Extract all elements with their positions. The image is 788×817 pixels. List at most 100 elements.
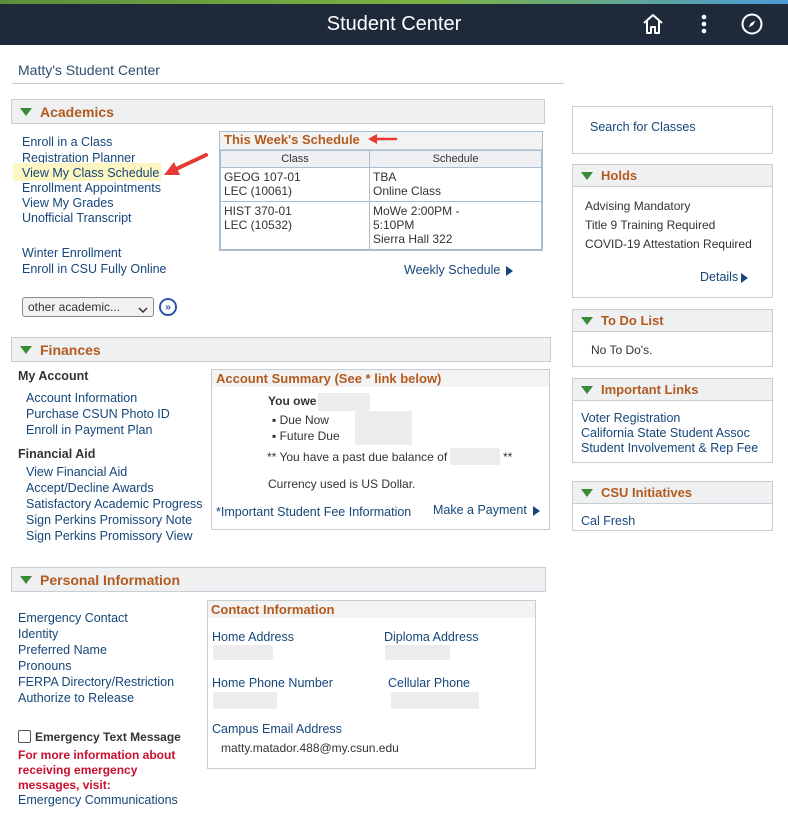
class-cell: HIST 370-01 LEC (10532) xyxy=(220,201,370,250)
collapse-triangle-icon xyxy=(20,345,32,354)
ferpa-link[interactable]: FERPA Directory/Restriction xyxy=(18,675,174,689)
future-due-item: ▪ Future Due xyxy=(272,429,340,443)
enroll-in-class-link[interactable]: Enroll in a Class xyxy=(22,135,112,149)
unofficial-transcript-link[interactable]: Unofficial Transcript xyxy=(22,211,132,225)
finances-title: Finances xyxy=(40,341,101,358)
currency-text: Currency used is US Dollar. xyxy=(268,477,416,491)
account-summary-title: Account Summary (See * link below) xyxy=(216,371,442,386)
home-address-link[interactable]: Home Address xyxy=(212,630,294,644)
todo-empty-text: No To Do's. xyxy=(591,343,653,357)
cal-fresh-link[interactable]: Cal Fresh xyxy=(581,514,635,528)
important-links-title: Important Links xyxy=(601,382,699,397)
todo-header[interactable]: To Do List xyxy=(573,310,772,332)
personal-info-section-header[interactable]: Personal Information xyxy=(11,567,546,592)
holds-title: Holds xyxy=(601,168,638,183)
purchase-photo-id-link[interactable]: Purchase CSUN Photo ID xyxy=(26,407,170,421)
california-state-student-assoc-link[interactable]: California State Student Assoc xyxy=(581,426,750,440)
top-nav-bar: Student Center xyxy=(0,4,788,45)
redacted-due-amounts xyxy=(355,411,412,445)
col-header-schedule: Schedule xyxy=(369,150,542,168)
make-payment-link[interactable]: Make a Payment xyxy=(433,503,540,517)
hold-item: COVID-19 Attestation Required xyxy=(585,237,752,251)
enrollment-appointments-link[interactable]: Enrollment Appointments xyxy=(22,181,161,195)
todo-title: To Do List xyxy=(601,313,664,328)
academics-section-header[interactable]: Academics xyxy=(11,99,545,124)
hold-item: Advising Mandatory xyxy=(585,199,691,213)
personal-info-title: Personal Information xyxy=(40,571,181,588)
redacted-cell-phone xyxy=(391,692,479,709)
holds-details-link[interactable]: Details xyxy=(700,270,749,284)
enroll-payment-plan-link[interactable]: Enroll in Payment Plan xyxy=(26,423,152,437)
enroll-csu-fully-online-link[interactable]: Enroll in CSU Fully Online xyxy=(22,262,167,276)
perkins-note-link[interactable]: Sign Perkins Promissory Note xyxy=(26,513,192,527)
holds-header[interactable]: Holds xyxy=(573,165,772,187)
collapse-triangle-icon xyxy=(581,488,593,497)
csu-initiatives-title: CSU Initiatives xyxy=(601,485,693,500)
campus-email-value: matty.matador.488@my.csun.edu xyxy=(221,741,399,755)
emergency-text-checkbox[interactable] xyxy=(18,730,31,743)
satisfactory-progress-link[interactable]: Satisfactory Academic Progress xyxy=(26,497,202,511)
weekly-schedule-box: This Week's Schedule Class Schedule GEOG… xyxy=(219,131,543,251)
voter-registration-link[interactable]: Voter Registration xyxy=(581,411,680,425)
view-financial-aid-link[interactable]: View Financial Aid xyxy=(26,465,127,479)
emergency-info-line: For more information about xyxy=(18,748,176,762)
hold-item: Title 9 Training Required xyxy=(585,218,716,232)
emergency-communications-link[interactable]: Emergency Communications xyxy=(18,793,178,807)
winter-enrollment-link[interactable]: Winter Enrollment xyxy=(22,246,121,260)
student-involvement-link[interactable]: Student Involvement & Rep Fee xyxy=(581,441,758,455)
view-my-class-schedule-link[interactable]: View My Class Schedule xyxy=(22,166,159,180)
important-links-header[interactable]: Important Links xyxy=(573,379,772,401)
table-row: GEOG 107-01 LEC (10061) TBA Online Class xyxy=(220,167,542,202)
emergency-contact-link[interactable]: Emergency Contact xyxy=(18,611,128,625)
redacted-past-due xyxy=(450,448,500,465)
collapse-triangle-icon xyxy=(581,171,593,180)
authorize-release-link[interactable]: Authorize to Release xyxy=(18,691,134,705)
account-information-link[interactable]: Account Information xyxy=(26,391,137,405)
pronouns-link[interactable]: Pronouns xyxy=(18,659,72,673)
other-academic-select[interactable]: other academic... xyxy=(22,297,154,317)
arrow-right-icon xyxy=(532,505,540,516)
title-divider xyxy=(12,83,564,84)
chevron-down-icon xyxy=(138,303,148,317)
weekly-schedule-link[interactable]: Weekly Schedule xyxy=(404,263,514,277)
search-for-classes-link[interactable]: Search for Classes xyxy=(590,120,696,134)
home-phone-link[interactable]: Home Phone Number xyxy=(212,676,333,690)
emergency-info-line: messages, visit: xyxy=(18,778,111,792)
arrow-right-icon xyxy=(741,272,749,283)
campus-email-link[interactable]: Campus Email Address xyxy=(212,722,342,736)
emergency-info-line: receiving emergency xyxy=(18,763,138,777)
redacted-home-phone xyxy=(213,692,277,709)
past-due-text: ** You have a past due balance of xyxy=(267,450,448,464)
go-button[interactable]: » xyxy=(159,298,177,316)
collapse-triangle-icon xyxy=(20,107,32,116)
my-account-label: My Account xyxy=(18,369,89,383)
view-my-grades-link[interactable]: View My Grades xyxy=(22,196,113,210)
redacted-home-address xyxy=(213,645,273,660)
collapse-triangle-icon xyxy=(581,316,593,325)
redacted-diploma-address xyxy=(385,645,450,660)
other-academic-select-value: other academic... xyxy=(28,300,121,314)
more-vert-icon[interactable] xyxy=(691,11,717,37)
csu-initiatives-header[interactable]: CSU Initiatives xyxy=(573,482,772,504)
financial-aid-label: Financial Aid xyxy=(18,447,96,461)
table-row: HIST 370-01 LEC (10532) MoWe 2:00PM -5:10… xyxy=(220,201,542,250)
col-header-class: Class xyxy=(220,150,370,168)
you-owe-label: You owe xyxy=(268,394,317,408)
perkins-view-link[interactable]: Sign Perkins Promissory View xyxy=(26,529,193,543)
finances-section-header[interactable]: Finances xyxy=(11,337,551,362)
class-cell: GEOG 107-01 LEC (10061) xyxy=(220,167,370,202)
schedule-annotation-arrow-icon xyxy=(368,134,398,144)
identity-link[interactable]: Identity xyxy=(18,627,58,641)
accept-decline-awards-link[interactable]: Accept/Decline Awards xyxy=(26,481,154,495)
page-title: Matty's Student Center xyxy=(18,62,160,78)
cellular-phone-link[interactable]: Cellular Phone xyxy=(388,676,470,690)
annotation-arrow-icon xyxy=(164,153,208,175)
schedule-cell: MoWe 2:00PM -5:10PM Sierra Hall 322 xyxy=(369,201,542,250)
past-due-tail: ** xyxy=(503,450,513,464)
compass-icon[interactable] xyxy=(739,11,765,37)
preferred-name-link[interactable]: Preferred Name xyxy=(18,643,107,657)
diploma-address-link[interactable]: Diploma Address xyxy=(384,630,479,644)
collapse-triangle-icon xyxy=(581,385,593,394)
fee-info-link[interactable]: *Important Student Fee Information xyxy=(216,505,411,519)
home-icon[interactable] xyxy=(640,11,666,37)
